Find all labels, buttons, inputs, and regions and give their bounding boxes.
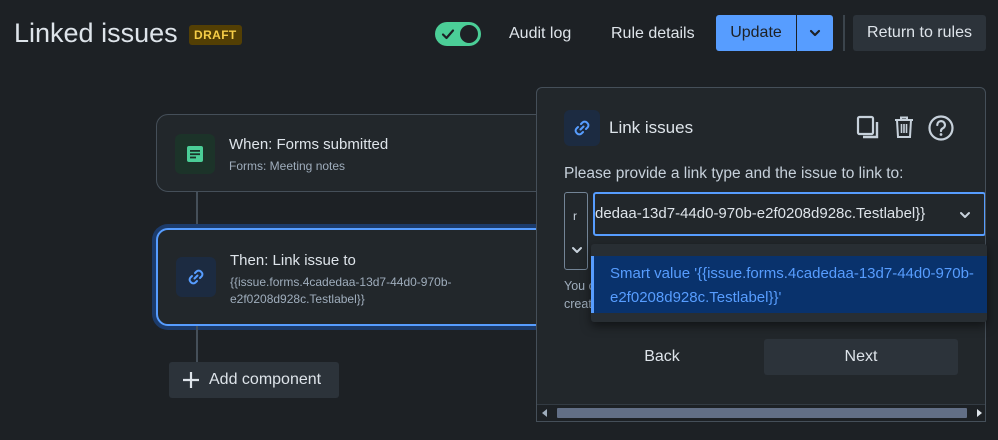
draft-badge: DRAFT [189, 25, 242, 45]
scroll-left-icon[interactable] [542, 409, 547, 417]
return-to-rules-button[interactable]: Return to rules [853, 15, 986, 51]
help-icon[interactable] [927, 114, 955, 142]
rule-details-button[interactable]: Rule details [611, 17, 695, 51]
copy-icon[interactable] [855, 114, 881, 140]
forms-icon [187, 146, 203, 162]
chevron-down-icon [809, 29, 821, 37]
scroll-right-icon[interactable] [977, 409, 982, 417]
add-component-label: Add component [209, 371, 322, 388]
update-options-button[interactable] [797, 15, 833, 51]
next-button[interactable]: Next [764, 339, 958, 375]
trigger-card[interactable]: When: Forms submitted Forms: Meeting not… [156, 114, 576, 192]
header-divider [843, 15, 845, 51]
forms-icon-box [175, 134, 215, 174]
plus-icon [183, 372, 199, 388]
add-component-button[interactable]: Add component [169, 362, 339, 398]
issue-input-value: dedaa-13d7-44d0-970b-e2f0208d928c.Testla… [595, 205, 926, 222]
link-icon [188, 269, 204, 285]
trash-icon[interactable] [891, 114, 917, 140]
link-type-select[interactable]: r [564, 192, 588, 270]
audit-log-button[interactable]: Audit log [509, 17, 571, 51]
horizontal-scrollbar[interactable] [537, 404, 985, 421]
panel-title: Link issues [609, 118, 694, 137]
flow-connector [196, 192, 198, 228]
panel-instruction: Please provide a link type and the issue… [564, 165, 904, 182]
link-icon [574, 120, 590, 136]
link-icon-box [564, 110, 600, 146]
link-icon-box [176, 257, 216, 297]
chevron-down-icon [572, 247, 582, 253]
trigger-subtitle: Forms: Meeting notes [229, 159, 346, 173]
link-type-value: r [573, 209, 577, 223]
smart-value-option[interactable]: Smart value '{{issue.forms.4cadedaa-13d7… [591, 256, 987, 313]
check-icon [441, 29, 455, 40]
toggle-knob [460, 25, 478, 43]
action-subtitle: {{issue.forms.4cadedaa-13d7-44d0-970b-e2… [230, 275, 452, 306]
flow-connector [196, 326, 198, 362]
chevron-down-icon[interactable] [958, 209, 972, 221]
trigger-title: When: Forms submitted [229, 136, 389, 153]
issue-input[interactable]: dedaa-13d7-44d0-970b-e2f0208d928c.Testla… [593, 192, 985, 236]
page-title: Linked issues [14, 18, 178, 48]
rule-enabled-toggle[interactable] [435, 22, 481, 46]
action-card[interactable]: Then: Link issue to {{issue.forms.4caded… [156, 228, 576, 326]
scrollbar-thumb[interactable] [557, 408, 967, 418]
back-button[interactable]: Back [618, 339, 706, 375]
issue-suggestions-dropdown: Smart value '{{issue.forms.4cadedaa-13d7… [591, 244, 987, 322]
action-title: Then: Link issue to [230, 252, 356, 269]
update-button[interactable]: Update [716, 15, 796, 51]
